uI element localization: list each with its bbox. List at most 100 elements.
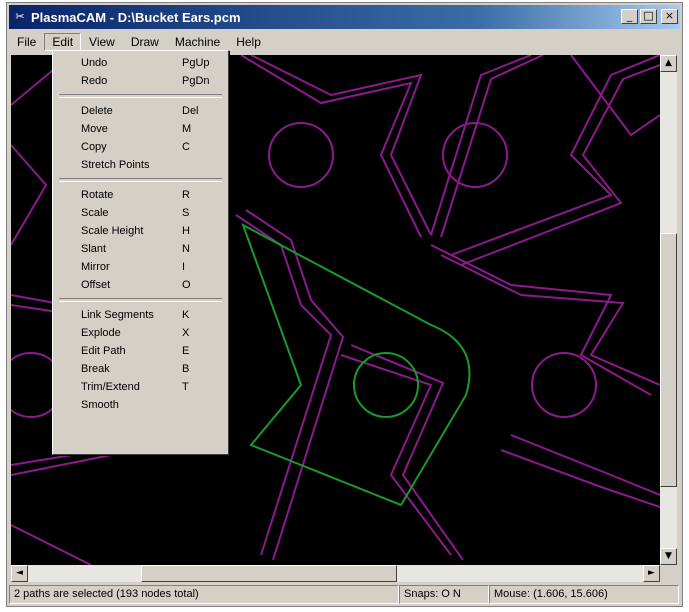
menu-item-undo[interactable]: Undo PgUp bbox=[55, 54, 226, 72]
hole-circle bbox=[268, 122, 334, 188]
menu-item-shortcut: PgDn bbox=[182, 75, 210, 87]
menu-item-shortcut: R bbox=[182, 189, 190, 201]
title-bar[interactable]: ✂ PlasmaCAM - D:\Bucket Ears.pcm _ □ × bbox=[9, 5, 680, 29]
close-button[interactable]: × bbox=[661, 9, 678, 24]
menu-item-edit-path[interactable]: Edit Path E bbox=[55, 342, 226, 360]
menu-item-shortcut: I bbox=[182, 261, 186, 273]
menu-item-shortcut: M bbox=[182, 123, 192, 135]
menu-item-shortcut: N bbox=[182, 243, 190, 255]
menu-item-smooth[interactable]: Smooth bbox=[55, 396, 226, 414]
path-segment bbox=[250, 55, 432, 236]
menu-view[interactable]: View bbox=[81, 33, 123, 51]
menu-item-shortcut: S bbox=[182, 207, 190, 219]
menu-item-label: Smooth bbox=[81, 399, 119, 411]
menu-item-label: Link Segments bbox=[81, 309, 154, 321]
window-controls: _ □ × bbox=[621, 9, 678, 24]
menu-item-label: Break bbox=[81, 363, 110, 375]
menu-item-trim-extend[interactable]: Trim/Extend T bbox=[55, 378, 226, 396]
horizontal-scroll-thumb[interactable] bbox=[141, 565, 397, 582]
menu-item-label: Explode bbox=[81, 327, 121, 339]
selected-paths bbox=[241, 222, 471, 507]
menu-item-shortcut: H bbox=[182, 225, 190, 237]
menu-item-label: Rotate bbox=[81, 189, 114, 201]
path-segment bbox=[11, 524, 92, 565]
path-segment bbox=[11, 144, 48, 246]
menu-item-link-segments[interactable]: Link Segments K bbox=[55, 306, 226, 324]
mouse-coordinates: Mouse: (1.606, 15.606) bbox=[489, 585, 679, 604]
menu-item-shortcut: X bbox=[182, 327, 190, 339]
menu-item-explode[interactable]: Explode X bbox=[55, 324, 226, 342]
menu-item-shortcut: Del bbox=[182, 105, 199, 117]
menu-item-label: Copy bbox=[81, 141, 107, 153]
menu-item-copy[interactable]: Copy C bbox=[55, 138, 226, 156]
menu-item-label: Stretch Points bbox=[81, 159, 150, 171]
menu-item-stretch-points[interactable]: Stretch Points bbox=[55, 156, 226, 174]
menu-item-scale[interactable]: Scale S bbox=[55, 204, 226, 222]
menu-item-label: Scale Height bbox=[81, 225, 144, 237]
menu-item-slant[interactable]: Slant N bbox=[55, 240, 226, 258]
maximize-button[interactable]: □ bbox=[640, 9, 657, 24]
menu-item-delete[interactable]: Delete Del bbox=[55, 102, 226, 120]
menu-machine[interactable]: Machine bbox=[167, 33, 228, 51]
menu-separator bbox=[59, 178, 222, 182]
hole-circle bbox=[531, 352, 597, 418]
vertical-scroll-thumb[interactable] bbox=[660, 233, 677, 487]
menu-item-label: Undo bbox=[81, 57, 108, 69]
vertical-scrollbar[interactable]: ▲ ▼ bbox=[660, 55, 677, 565]
path-segment bbox=[245, 209, 345, 561]
menu-edit[interactable]: Edit bbox=[44, 33, 82, 51]
scroll-up-arrow-icon[interactable]: ▲ bbox=[660, 55, 677, 72]
menu-separator bbox=[59, 298, 222, 302]
menu-item-shortcut bbox=[182, 396, 216, 414]
path-segment bbox=[500, 449, 660, 508]
scroll-right-arrow-icon[interactable]: ► bbox=[643, 565, 660, 582]
path-segment bbox=[235, 214, 333, 556]
horizontal-scrollbar[interactable]: ◄ ► bbox=[11, 565, 660, 582]
path-segment bbox=[430, 55, 532, 236]
menu-item-offset[interactable]: Offset O bbox=[55, 276, 226, 294]
selection-status: 2 paths are selected (193 nodes total) bbox=[9, 585, 399, 604]
menu-item-shortcut: E bbox=[182, 345, 190, 357]
path-segment bbox=[440, 55, 544, 238]
menu-item-shortcut bbox=[182, 156, 216, 174]
selected-ear-path bbox=[241, 222, 471, 507]
menu-item-rotate[interactable]: Rotate R bbox=[55, 186, 226, 204]
menu-item-move[interactable]: Move M bbox=[55, 120, 226, 138]
scroll-down-arrow-icon[interactable]: ▼ bbox=[660, 548, 677, 565]
minimize-button[interactable]: _ bbox=[621, 9, 638, 24]
window-title: PlasmaCAM - D:\Bucket Ears.pcm bbox=[31, 9, 241, 25]
menu-item-shortcut: T bbox=[182, 381, 189, 393]
menu-item-label: Scale bbox=[81, 207, 109, 219]
plasmacam-app-icon[interactable]: ✂ bbox=[13, 10, 27, 24]
menu-item-label: Mirror bbox=[81, 261, 110, 273]
menu-item-label: Delete bbox=[81, 105, 113, 117]
path-segment bbox=[340, 354, 452, 556]
path-segment bbox=[450, 55, 660, 256]
menu-item-scale-height[interactable]: Scale Height H bbox=[55, 222, 226, 240]
path-segment bbox=[510, 434, 660, 496]
menu-item-label: Trim/Extend bbox=[81, 381, 140, 393]
scroll-left-arrow-icon[interactable]: ◄ bbox=[11, 565, 28, 582]
path-segment bbox=[440, 254, 660, 386]
status-bar: 2 paths are selected (193 nodes total) S… bbox=[9, 585, 680, 605]
menu-file[interactable]: File bbox=[9, 33, 44, 51]
selected-hole-circle bbox=[353, 352, 419, 418]
menu-draw[interactable]: Draw bbox=[123, 33, 167, 51]
menu-item-shortcut: K bbox=[182, 309, 190, 321]
menu-help[interactable]: Help bbox=[228, 33, 269, 51]
menu-item-redo[interactable]: Redo PgDn bbox=[55, 72, 226, 90]
menu-item-shortcut: PgUp bbox=[182, 57, 210, 69]
edit-menu-dropdown: Undo PgUp Redo PgDn Delete Del Move M Copy C … bbox=[52, 50, 229, 455]
menu-item-label: Move bbox=[81, 123, 108, 135]
menu-item-shortcut: O bbox=[182, 279, 191, 291]
menu-item-label: Redo bbox=[81, 75, 108, 87]
menu-item-label: Slant bbox=[81, 243, 107, 255]
menu-item-shortcut: C bbox=[182, 141, 190, 153]
menu-separator bbox=[59, 94, 222, 98]
menu-item-break[interactable]: Break B bbox=[55, 360, 226, 378]
menu-item-label: Offset bbox=[81, 279, 111, 291]
snaps-status: Snaps: O N bbox=[399, 585, 489, 604]
path-segment bbox=[460, 64, 660, 266]
menu-item-shortcut: B bbox=[182, 363, 190, 375]
menu-item-mirror[interactable]: Mirror I bbox=[55, 258, 226, 276]
